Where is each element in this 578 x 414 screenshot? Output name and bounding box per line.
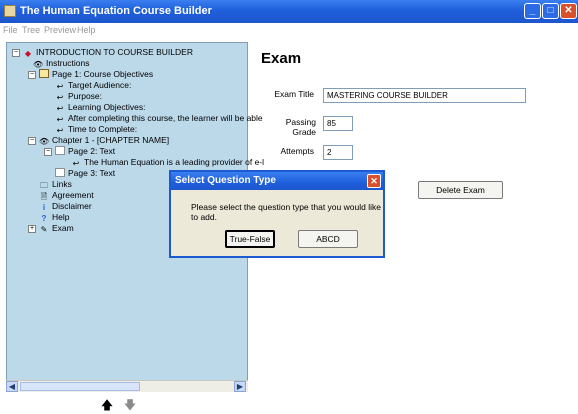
- help-icon: ?: [41, 214, 47, 223]
- tree-item-page3[interactable]: Page 3: Text: [55, 168, 115, 179]
- arrow-return-icon: ↩: [72, 159, 80, 168]
- close-button[interactable]: ✕: [560, 3, 577, 19]
- tree-item-purpose[interactable]: ↩ Purpose:: [55, 91, 102, 102]
- app-icon: [4, 5, 16, 17]
- window-title: The Human Equation Course Builder: [20, 5, 212, 17]
- tree-item-agreement[interactable]: 🗎 Agreement: [39, 190, 94, 201]
- tree-item-page2[interactable]: Page 2: Text: [55, 146, 115, 157]
- tree-item-exam[interactable]: ✎ Exam: [39, 223, 74, 234]
- scroll-right-icon[interactable]: ▶: [234, 381, 246, 392]
- tree-item-help[interactable]: ? Help: [39, 212, 70, 223]
- tree-item-links[interactable]: 🗀 Links: [39, 179, 72, 190]
- arrow-return-icon: ↩: [56, 126, 64, 135]
- document-check-icon: 🗎: [40, 192, 48, 201]
- collapse-root-icon[interactable]: −: [12, 49, 20, 57]
- eye-icon: 👁: [39, 137, 50, 146]
- tree-item-human-equation[interactable]: ↩ The Human Equation is a leading provide…: [71, 157, 264, 168]
- tree-item-chapter1[interactable]: 👁 Chapter 1 - [CHAPTER NAME]: [39, 135, 169, 146]
- menu-bar: File Tree Preview Help: [0, 23, 578, 38]
- close-icon[interactable]: ✕: [367, 174, 381, 188]
- page-title: Exam: [261, 50, 302, 67]
- passing-grade-field[interactable]: [323, 116, 353, 131]
- abcd-button[interactable]: ABCD: [298, 230, 358, 248]
- expand-exam-icon[interactable]: +: [28, 225, 36, 233]
- menu-preview[interactable]: Preview: [44, 25, 76, 35]
- tree-item-root[interactable]: ◆ INTRODUCTION TO COURSE BUILDER: [23, 47, 193, 58]
- pencil-icon: ✎: [40, 225, 48, 234]
- collapse-page1-icon[interactable]: −: [28, 71, 36, 79]
- tree-item-target-audience[interactable]: ↩ Target Audience:: [55, 80, 132, 91]
- exam-title-field[interactable]: [323, 88, 526, 103]
- page-icon: [39, 69, 49, 78]
- scroll-left-icon[interactable]: ◀: [6, 381, 18, 392]
- info-icon: i: [42, 203, 46, 212]
- arrow-return-icon: ↩: [56, 115, 64, 124]
- page-icon: [55, 168, 65, 177]
- menu-file[interactable]: File: [3, 25, 18, 35]
- tree-item-after-completing[interactable]: ↩ After completing this course, the learn…: [55, 113, 263, 124]
- arrow-return-icon: ↩: [56, 104, 64, 113]
- window-title-bar[interactable]: The Human Equation Course Builder _ □ ✕: [0, 0, 578, 23]
- eye-icon: 👁: [33, 60, 44, 69]
- tree-item-page1[interactable]: Page 1: Course Objectives: [39, 69, 153, 80]
- delete-exam-button[interactable]: Delete Exam: [418, 181, 503, 199]
- maximize-button[interactable]: □: [542, 3, 559, 19]
- exam-title-label: Exam Title: [274, 89, 314, 99]
- tree-horizontal-scrollbar[interactable]: ◀ ▶: [6, 380, 248, 392]
- select-question-type-dialog: Select Question Type ✕ Please select the…: [169, 170, 385, 258]
- down-arrow-icon[interactable]: 🡇: [122, 398, 138, 412]
- up-arrow-icon[interactable]: 🡅: [99, 398, 115, 412]
- passing-grade-label: Passing Grade: [285, 117, 316, 137]
- collapse-chapter1-icon[interactable]: −: [28, 137, 36, 145]
- minimize-button[interactable]: _: [524, 3, 541, 19]
- true-false-button[interactable]: True-False: [225, 230, 275, 248]
- page-icon: [55, 146, 65, 155]
- attempts-field[interactable]: [323, 145, 353, 160]
- red-diamond-icon: ◆: [24, 49, 32, 58]
- tree-item-time-to-complete[interactable]: ↩ Time to Complete:: [55, 124, 137, 135]
- dialog-message: Please select the question type that you…: [191, 202, 381, 222]
- scrollbar-thumb[interactable]: [20, 382, 140, 391]
- tree-item-disclaimer[interactable]: i Disclaimer: [39, 201, 92, 212]
- arrow-return-icon: ↩: [56, 93, 64, 102]
- collapse-page2-icon[interactable]: −: [44, 148, 52, 156]
- dialog-title[interactable]: Select Question Type: [171, 172, 383, 190]
- attempts-label: Attempts: [280, 146, 314, 156]
- tree-item-instructions[interactable]: 👁 Instructions: [33, 58, 89, 69]
- arrow-return-icon: ↩: [56, 82, 64, 91]
- tree-item-learning-objectives[interactable]: ↩ Learning Objectives:: [55, 102, 146, 113]
- folder-icon: 🗀: [40, 181, 48, 190]
- menu-help[interactable]: Help: [77, 25, 96, 35]
- menu-tree[interactable]: Tree: [22, 25, 40, 35]
